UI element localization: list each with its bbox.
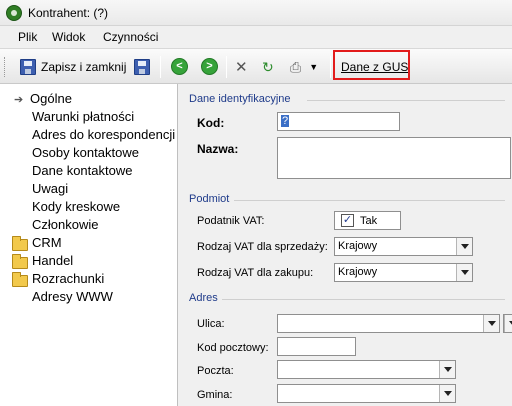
sidebar-item-adres-koresp[interactable]: Adres do korespondencji	[32, 127, 175, 142]
menu-plik[interactable]: Plik	[18, 30, 37, 44]
group-title-ident: Dane identyfikacyjne	[189, 93, 291, 105]
printer-icon: ⎙	[290, 58, 302, 75]
chevron-down-icon[interactable]	[439, 385, 455, 402]
folder-icon	[12, 236, 28, 251]
commune-label: Gmina:	[197, 389, 233, 401]
vat-label: Podatnik VAT:	[197, 215, 265, 227]
vat-checkbox[interactable]: ✓	[341, 214, 354, 227]
tools-button[interactable]: ✕	[235, 56, 248, 78]
toolbar: Zapisz i zamknij < > ✕ ↻ ⎙ ▼ Dane z GUS	[0, 48, 512, 84]
sidebar-item-dane-kont[interactable]: Dane kontaktowe	[32, 163, 132, 178]
sidebar-item-czlonkowie[interactable]: Członkowie	[32, 217, 98, 232]
chevron-down-icon[interactable]	[483, 315, 499, 332]
save-button[interactable]	[134, 56, 150, 78]
chevron-down-icon: ▼	[309, 62, 319, 72]
nazwa-field[interactable]	[277, 137, 511, 179]
commune-select[interactable]	[277, 384, 456, 403]
sidebar-item-uwagi[interactable]: Uwagi	[32, 181, 68, 196]
print-button[interactable]: ⎙ ▼	[290, 56, 318, 78]
folder-icon	[12, 254, 28, 269]
kod-field[interactable]: ?	[277, 112, 400, 131]
app-icon	[6, 5, 22, 21]
purchase-vat-select[interactable]: Krajowy	[334, 263, 473, 282]
highlight-frame	[333, 50, 410, 80]
sidebar: ➔ Ogólne Warunki płatności Adres do kore…	[0, 84, 178, 406]
sidebar-item-kody[interactable]: Kody kreskowe	[32, 199, 120, 214]
chevron-down-icon[interactable]	[456, 264, 472, 281]
nazwa-label: Nazwa:	[197, 142, 239, 156]
sidebar-item-warunki[interactable]: Warunki płatności	[32, 109, 134, 124]
menu-widok[interactable]: Widok	[52, 30, 85, 44]
chevron-down-icon[interactable]	[504, 315, 512, 332]
street-select[interactable]	[277, 314, 500, 333]
chevron-down-icon[interactable]	[439, 361, 455, 378]
toolbar-grip	[4, 57, 7, 77]
sale-vat-label: Rodzaj VAT dla sprzedaży:	[197, 241, 328, 253]
refresh-icon: ↻	[262, 58, 274, 75]
save-close-button[interactable]: Zapisz i zamknij	[20, 56, 126, 78]
forward-button[interactable]: >	[201, 55, 218, 77]
back-arrow-icon: <	[171, 57, 188, 75]
menu-bar: Plik Widok Czynności	[0, 26, 512, 48]
street-extra-select[interactable]	[503, 314, 512, 333]
arrow-right-icon: ➔	[14, 94, 24, 106]
menu-czynnosci[interactable]: Czynności	[103, 30, 158, 44]
sidebar-folder-crm[interactable]: CRM	[32, 235, 62, 250]
tools-icon: ✕	[235, 59, 248, 76]
group-title-podmiot: Podmiot	[189, 193, 230, 205]
chevron-down-icon[interactable]	[456, 238, 472, 255]
sale-vat-select[interactable]: Krajowy	[334, 237, 473, 256]
forward-arrow-icon: >	[201, 57, 218, 75]
refresh-button[interactable]: ↻	[262, 56, 274, 78]
sidebar-folder-rozrachunki[interactable]: Rozrachunki	[32, 271, 104, 286]
sidebar-item-ogolne[interactable]: Ogólne	[30, 91, 72, 106]
postal-field[interactable]	[277, 337, 356, 356]
main-panel: Dane identyfikacyjne Kod: ? Nazwa: Podmi…	[179, 84, 512, 406]
folder-icon	[12, 272, 28, 287]
postal-label: Kod pocztowy:	[197, 342, 269, 354]
back-button[interactable]: <	[171, 55, 188, 77]
purchase-vat-label: Rodzaj VAT dla zakupu:	[197, 267, 314, 279]
save-icon	[134, 59, 150, 75]
window-title: Kontrahent: (?)	[28, 6, 109, 20]
title-bar: Kontrahent: (?)	[0, 0, 512, 26]
sidebar-item-osoby[interactable]: Osoby kontaktowe	[32, 145, 139, 160]
group-title-adres: Adres	[189, 292, 218, 304]
post-label: Poczta:	[197, 365, 234, 377]
street-label: Ulica:	[197, 318, 225, 330]
save-icon	[20, 59, 36, 75]
kod-label: Kod:	[197, 116, 225, 130]
post-select[interactable]	[277, 360, 456, 379]
sidebar-item-adresy-www[interactable]: Adresy WWW	[32, 289, 113, 304]
vat-value: Tak	[360, 215, 378, 227]
sidebar-folder-handel[interactable]: Handel	[32, 253, 73, 268]
